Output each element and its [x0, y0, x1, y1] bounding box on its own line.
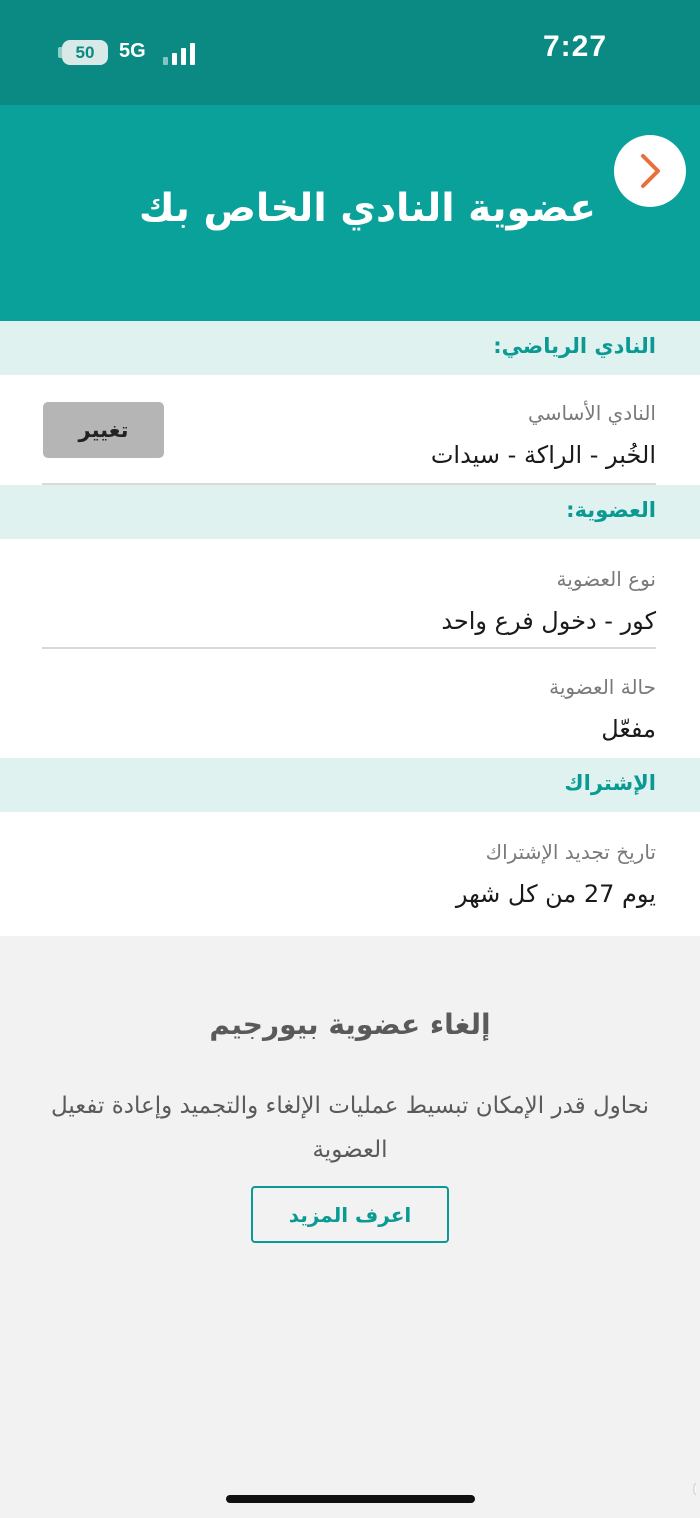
- membership-type-value: كور - دخول فرع واحد: [441, 607, 656, 635]
- home-indicator[interactable]: [226, 1495, 475, 1503]
- back-button[interactable]: [614, 135, 686, 207]
- membership-status-label: حالة العضوية: [549, 675, 656, 699]
- learn-more-button[interactable]: اعرف المزيد: [251, 1186, 449, 1243]
- membership-status-value: مفعّل: [601, 715, 656, 743]
- cancel-membership-title: إلغاء عضوية بيورجيم: [209, 1008, 491, 1041]
- status-time: 7:27: [543, 30, 608, 63]
- renewal-date-value: يوم 27 من كل شهر: [455, 880, 656, 908]
- haraj-watermark-logo: جاره: [691, 1462, 696, 1505]
- section-header-club: النادي الرياضي:: [0, 321, 700, 375]
- status-bar: 50 5G 7:27: [0, 0, 700, 105]
- battery-indicator: 50: [62, 40, 108, 65]
- page-title: عضوية النادي الخاص بك: [138, 186, 596, 231]
- divider: [42, 647, 656, 649]
- svg-text:جاره: جاره: [692, 1463, 696, 1504]
- section-title-membership: العضوية:: [566, 498, 656, 522]
- network-type: 5G: [119, 40, 146, 62]
- signal-icon: [163, 41, 199, 65]
- change-club-button[interactable]: تغيير: [43, 402, 164, 458]
- cancel-membership-description: نحاول قدر الإمكان تبسيط عمليات الإلغاء و…: [50, 1093, 650, 1163]
- subscription-block: تاريخ تجديد الإشتراك يوم 27 من كل شهر: [0, 812, 700, 936]
- home-club-value: الخُبر - الراكة - سيدات: [430, 441, 656, 469]
- section-title-club: النادي الرياضي:: [493, 334, 656, 358]
- chevron-right-icon: [641, 154, 660, 188]
- home-club-label: النادي الأساسي: [528, 401, 656, 425]
- section-title-subscription: الإشتراك: [564, 771, 656, 795]
- membership-type-label: نوع العضوية: [556, 567, 656, 591]
- section-header-subscription: الإشتراك: [0, 758, 700, 812]
- renewal-date-label: تاريخ تجديد الإشتراك: [485, 840, 656, 864]
- section-header-membership: العضوية:: [0, 485, 700, 539]
- membership-block: نوع العضوية كور - دخول فرع واحد حالة الع…: [0, 539, 700, 758]
